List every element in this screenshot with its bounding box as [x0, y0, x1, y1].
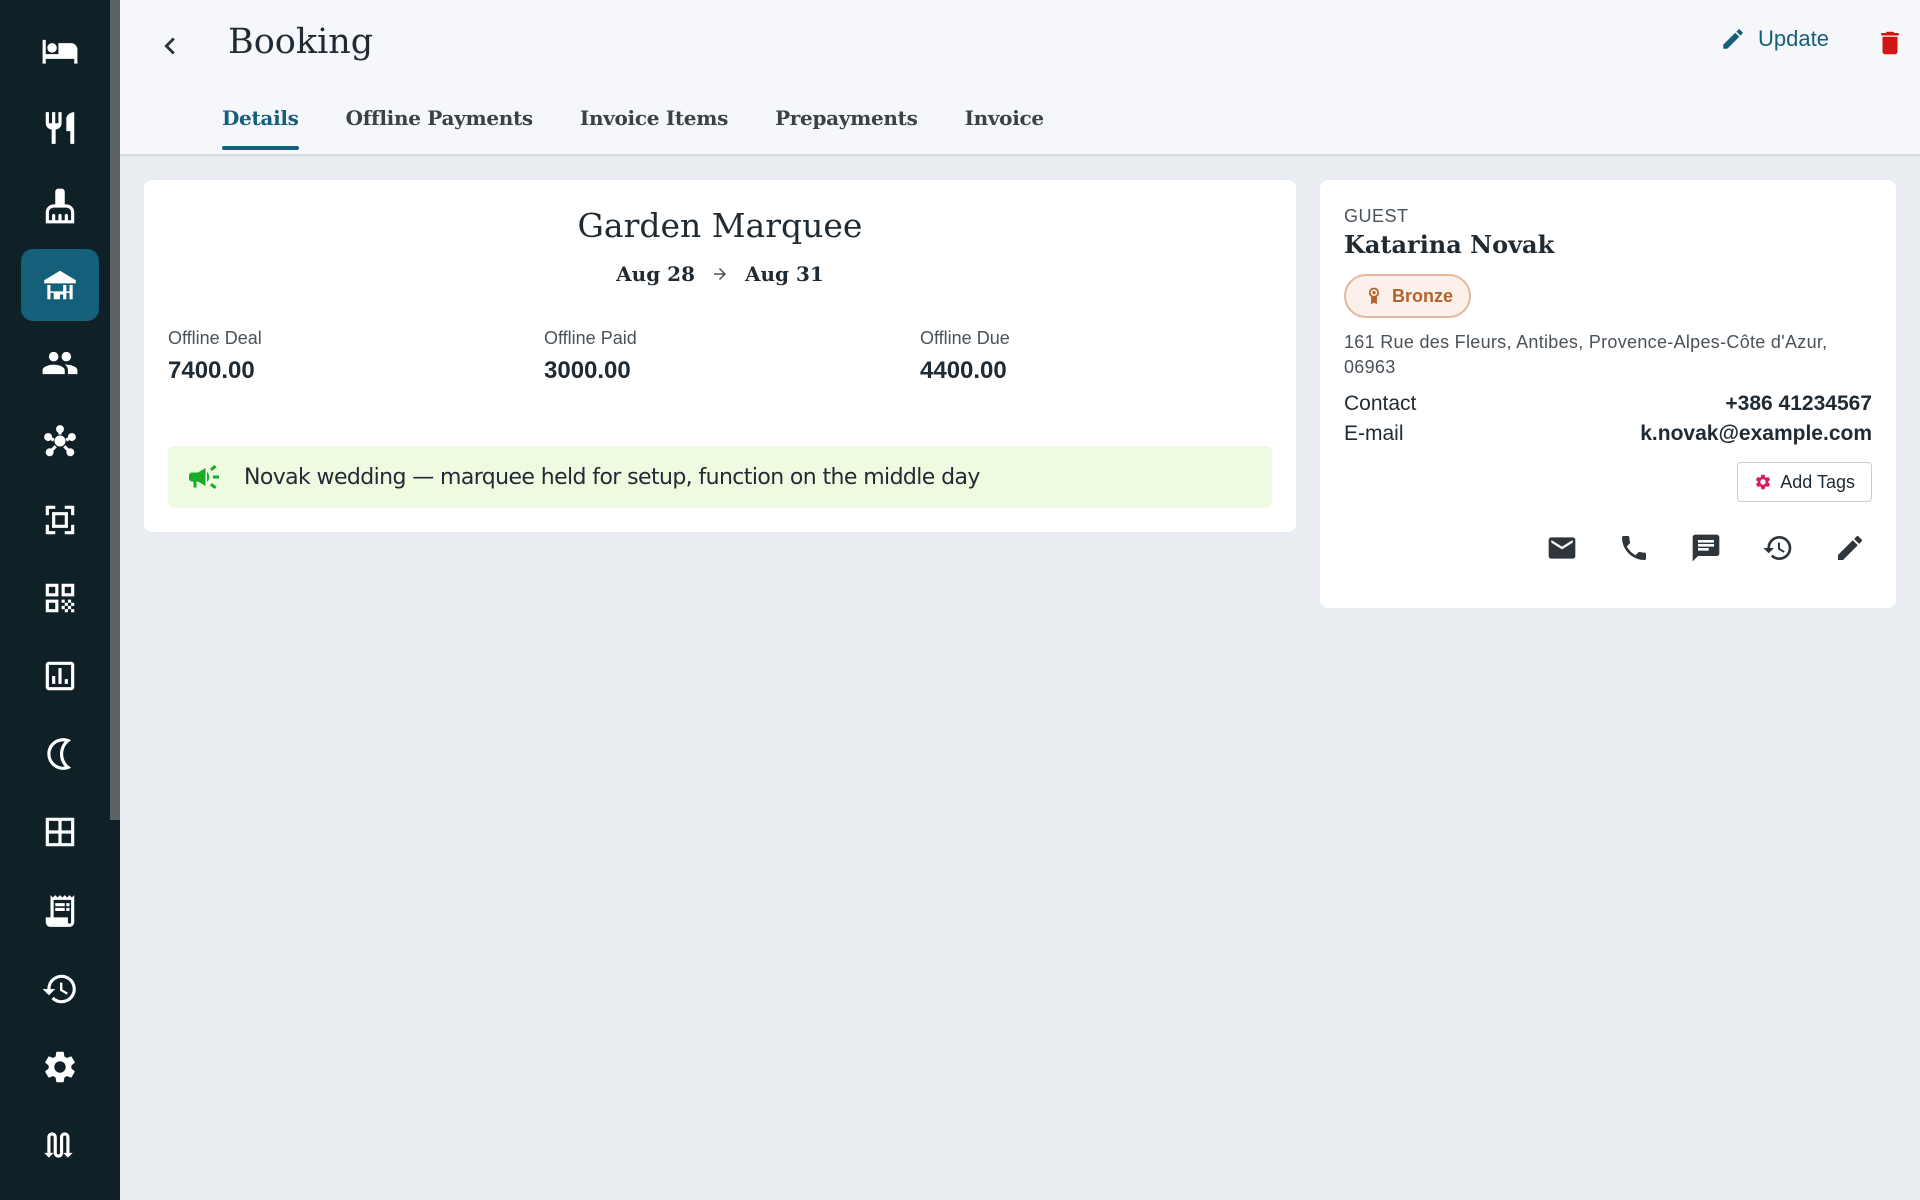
- stat-label: Offline Deal: [168, 328, 262, 348]
- email-guest-button[interactable]: [1546, 532, 1578, 564]
- medal-icon: [1369, 287, 1379, 305]
- pencil-icon: [1723, 29, 1743, 49]
- venue-name: Garden Marquee: [577, 206, 863, 245]
- cleaning-icon: [45, 188, 75, 224]
- chevron-left-icon: [164, 37, 175, 55]
- stat-offline-deal: Offline Deal 7400.00: [168, 328, 262, 385]
- venue-icon: [44, 270, 76, 300]
- sidebar-item-sync[interactable]: [21, 1109, 99, 1181]
- qr-code-icon: [45, 583, 75, 613]
- bed-icon: [42, 39, 78, 64]
- guest-card: GUEST Katarina Novak Bronze 161 Rue des …: [1320, 180, 1896, 608]
- sidebar-item-reports[interactable]: [21, 640, 99, 712]
- sidebar-item-rooms[interactable]: [21, 15, 99, 87]
- night-audit-icon: [47, 738, 72, 770]
- sidebar-item-receipts[interactable]: [21, 875, 99, 947]
- booking-note: Novak wedding — marquee held for setup, …: [168, 446, 1272, 508]
- contact-value[interactable]: +386 41234567: [1725, 392, 1872, 416]
- guest-address: 161 Rue des Fleurs, Antibes, Provence-Al…: [1344, 332, 1828, 377]
- people-icon: [42, 351, 78, 375]
- tab-details[interactable]: Details: [222, 106, 299, 150]
- message-guest-button[interactable]: [1690, 532, 1722, 564]
- sidebar-item-channels[interactable]: [21, 405, 99, 477]
- email-value[interactable]: k.novak@example.com: [1640, 422, 1872, 446]
- update-button[interactable]: Update: [1720, 26, 1829, 52]
- tab-invoice[interactable]: Invoice: [965, 106, 1045, 150]
- sidebar-item-venues[interactable]: [21, 249, 99, 321]
- stat-label: Offline Paid: [544, 328, 637, 348]
- arrow-right-icon: [714, 268, 726, 280]
- stat-value: 4400.00: [920, 357, 1007, 384]
- tab-prepayments[interactable]: Prepayments: [775, 106, 918, 150]
- history-icon: [42, 974, 76, 1004]
- trash-icon: [1881, 31, 1899, 55]
- sidebar-item-history[interactable]: [21, 953, 99, 1025]
- stat-label: Offline Due: [920, 328, 1010, 348]
- hub-icon: [44, 425, 76, 457]
- sidebar-item-floor-plan[interactable]: [21, 796, 99, 868]
- swap-icon: [44, 1132, 73, 1158]
- tab-invoice-items[interactable]: Invoice Items: [580, 106, 728, 150]
- page-header: Booking Update Details Offline Payments …: [120, 0, 1920, 156]
- contact-label: Contact: [1344, 392, 1417, 415]
- page-title: Booking: [228, 22, 374, 62]
- sidebar-item-night-audit[interactable]: [21, 718, 99, 790]
- sidebar-item-qr[interactable]: [21, 562, 99, 634]
- sidebar-item-scanner[interactable]: [21, 484, 99, 556]
- sidebar-item-guests[interactable]: [21, 327, 99, 399]
- update-label: Update: [1758, 26, 1829, 51]
- tab-bar: Details Offline Payments Invoice Items P…: [222, 106, 1044, 150]
- settings-icon: [45, 1051, 75, 1083]
- analytics-icon: [45, 661, 75, 691]
- phone-icon: [1622, 536, 1646, 560]
- email-label: E-mail: [1344, 422, 1404, 445]
- date-to: Aug 31: [745, 262, 824, 286]
- back-button[interactable]: [146, 22, 194, 70]
- note-text: Novak wedding — marquee held for setup, …: [244, 464, 980, 490]
- guest-history-button[interactable]: [1762, 532, 1794, 564]
- sidebar-item-settings[interactable]: [21, 1031, 99, 1103]
- scan-icon: [45, 505, 75, 535]
- date-from: Aug 28: [616, 262, 695, 286]
- stat-value: 7400.00: [168, 357, 255, 384]
- guest-name[interactable]: Katarina Novak: [1344, 230, 1554, 259]
- tier-label: Bronze: [1392, 285, 1454, 306]
- add-tags-label: Add Tags: [1780, 471, 1855, 492]
- stat-value: 3000.00: [544, 357, 631, 384]
- receipt-icon: [45, 895, 75, 927]
- megaphone-icon: [189, 465, 219, 489]
- sidebar-item-housekeeping[interactable]: [21, 170, 99, 242]
- guest-actions: [1546, 532, 1866, 564]
- stat-offline-paid: Offline Paid 3000.00: [544, 328, 637, 385]
- guest-section-label: GUEST: [1344, 206, 1409, 226]
- message-icon: [1692, 534, 1720, 562]
- date-range: Aug 28 Aug 31: [144, 262, 1296, 286]
- stat-offline-due: Offline Due 4400.00: [920, 328, 1010, 385]
- add-tags-button[interactable]: Add Tags: [1737, 462, 1872, 502]
- history-icon: [1763, 536, 1792, 560]
- sidebar-scrollbar[interactable]: [110, 0, 120, 820]
- restaurant-icon: [45, 112, 75, 144]
- delete-button[interactable]: [1872, 24, 1908, 62]
- sidebar: [0, 0, 120, 1200]
- tab-offline-payments[interactable]: Offline Payments: [346, 106, 534, 150]
- loyalty-tier-badge: Bronze: [1344, 274, 1472, 318]
- mail-icon: [1548, 537, 1576, 559]
- gear-icon: [1756, 474, 1771, 490]
- edit-guest-button[interactable]: [1834, 532, 1866, 564]
- contact-row: Contact +386 41234567: [1344, 392, 1872, 416]
- call-guest-button[interactable]: [1618, 532, 1650, 564]
- pencil-icon: [1838, 535, 1863, 560]
- sidebar-item-restaurant[interactable]: [21, 92, 99, 164]
- email-row: E-mail k.novak@example.com: [1344, 422, 1872, 446]
- booking-card: Garden Marquee Aug 28 Aug 31 Offline Dea…: [144, 180, 1296, 532]
- floor-plan-icon: [45, 817, 75, 847]
